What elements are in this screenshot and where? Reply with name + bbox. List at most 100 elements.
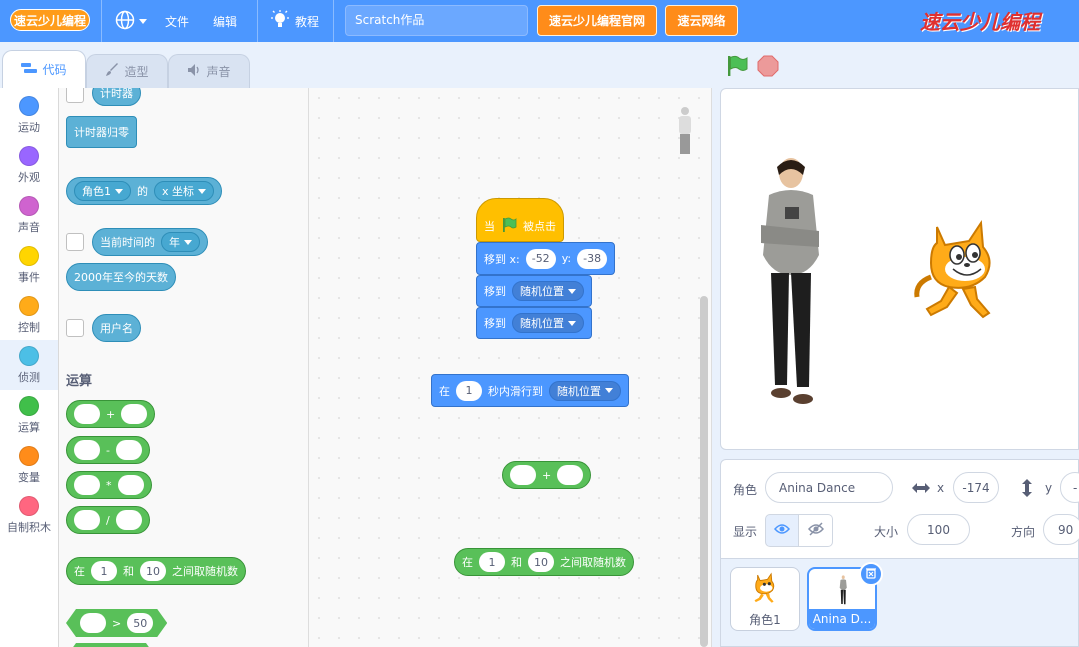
- category-variables[interactable]: 变量: [0, 440, 58, 490]
- code-workspace[interactable]: 当 被点击 移到 x: -52 y: -38 移到 随机位置 移到 随机位置 在…: [309, 88, 712, 647]
- block-greater-than[interactable]: > 50: [66, 609, 167, 637]
- operand-slot[interactable]: [115, 440, 142, 460]
- goto-target-dropdown[interactable]: 随机位置: [512, 281, 584, 301]
- sprite-name-input[interactable]: Anina Dance: [765, 472, 893, 503]
- block-label: 移到: [484, 285, 506, 298]
- stage-header: [712, 42, 1079, 88]
- direction-input[interactable]: 90: [1043, 514, 1079, 545]
- category-control[interactable]: 控制: [0, 290, 58, 340]
- menu-file[interactable]: 文件: [165, 0, 189, 42]
- language-menu[interactable]: [115, 0, 147, 42]
- category-motion[interactable]: 运动: [0, 90, 58, 140]
- sprite-thumbnail[interactable]: 角色1: [730, 567, 800, 631]
- block-add[interactable]: +: [502, 461, 592, 489]
- block-multiply[interactable]: *: [66, 471, 152, 499]
- block-glide-to[interactable]: 在 1 秒内滑行到 随机位置: [431, 374, 629, 407]
- official-site-button[interactable]: 速云少儿编程官网: [537, 5, 657, 36]
- sprite-dropdown[interactable]: 角色1: [74, 181, 131, 201]
- menu-edit[interactable]: 编辑: [213, 0, 237, 42]
- block-divide[interactable]: /: [66, 506, 150, 534]
- operand-slot[interactable]: [117, 475, 144, 495]
- compare-value-input[interactable]: 50: [127, 613, 153, 633]
- stop-icon[interactable]: [757, 55, 779, 80]
- glide-target-dropdown[interactable]: 随机位置: [549, 380, 621, 401]
- eye-icon: [774, 523, 790, 538]
- size-input[interactable]: 100: [907, 514, 970, 545]
- block-current-time[interactable]: 当前时间的 年: [92, 228, 208, 256]
- block-reset-timer[interactable]: 计时器归零: [66, 116, 137, 148]
- menu-tutorials[interactable]: 教程: [271, 0, 319, 42]
- operand-slot[interactable]: [80, 613, 106, 633]
- block-label: 移到: [484, 317, 506, 330]
- operand-slot[interactable]: [74, 440, 100, 460]
- category-events[interactable]: 事件: [0, 240, 58, 290]
- operand-slot[interactable]: [510, 465, 536, 485]
- network-button[interactable]: 速云网络: [665, 5, 738, 36]
- workspace-scrollbar[interactable]: [700, 296, 708, 647]
- block-add[interactable]: +: [66, 400, 156, 428]
- cat-thumbnail-icon: [749, 572, 781, 607]
- operand-slot[interactable]: [74, 404, 100, 424]
- block-subtract[interactable]: -: [66, 436, 150, 464]
- random-to-input[interactable]: 10: [528, 552, 554, 572]
- block-goto-target[interactable]: 移到 随机位置: [476, 275, 592, 307]
- block-days-since-2000[interactable]: 2000年至今的天数: [66, 263, 176, 291]
- tab-costumes[interactable]: 造型: [86, 54, 168, 88]
- hide-sprite-button[interactable]: [799, 514, 833, 547]
- person-sprite[interactable]: [749, 155, 829, 428]
- goto-y-input[interactable]: -38: [577, 248, 608, 269]
- random-from-input[interactable]: 1: [479, 552, 505, 572]
- operand-slot[interactable]: [121, 404, 148, 424]
- show-sprite-button[interactable]: [765, 514, 799, 547]
- category-sound[interactable]: 声音: [0, 190, 58, 240]
- menu-separator: [333, 0, 334, 42]
- current-time-checkbox[interactable]: [66, 233, 84, 251]
- project-title-input[interactable]: Scratch作品: [345, 5, 528, 36]
- block-timer[interactable]: 计时器: [92, 88, 141, 106]
- category-sensing[interactable]: 侦测: [0, 340, 58, 390]
- block-goto-xy[interactable]: 移到 x: -52 y: -38: [476, 242, 616, 275]
- block-label: 计时器: [100, 88, 133, 100]
- glide-seconds-input[interactable]: 1: [456, 380, 482, 401]
- category-looks[interactable]: 外观: [0, 140, 58, 190]
- username-checkbox[interactable]: [66, 319, 84, 337]
- timer-checkbox[interactable]: [66, 88, 84, 103]
- direction-label: 方向: [1011, 525, 1036, 539]
- operand-slot[interactable]: [74, 475, 100, 495]
- operand-slot[interactable]: [557, 465, 584, 485]
- operand-slot[interactable]: [115, 510, 142, 530]
- goto-target-dropdown[interactable]: 随机位置: [512, 313, 584, 333]
- category-label: 事件: [18, 271, 40, 284]
- random-from-input[interactable]: 1: [91, 561, 117, 581]
- green-flag-icon[interactable]: [726, 55, 748, 80]
- block-less-than[interactable]: [66, 643, 156, 647]
- block-sprite-attribute[interactable]: 角色1 的 x 坐标: [66, 177, 223, 205]
- attribute-dropdown[interactable]: x 坐标: [154, 181, 215, 201]
- dropdown-value: 年: [169, 236, 180, 249]
- block-palette: 计时器 计时器归零 角色1 的 x 坐标 当前时间的 年 2000年至今的天数 …: [59, 88, 309, 647]
- time-unit-dropdown[interactable]: 年: [161, 232, 200, 252]
- logo[interactable]: 速云少儿编程: [10, 9, 90, 31]
- y-input[interactable]: -: [1060, 472, 1079, 503]
- category-label: 声音: [18, 221, 40, 234]
- operand-slot[interactable]: [74, 510, 100, 530]
- block-label: y:: [561, 252, 572, 265]
- stage-canvas[interactable]: [720, 88, 1079, 450]
- block-goto-target[interactable]: 移到 随机位置: [476, 307, 592, 339]
- block-pick-random[interactable]: 在 1 和 10 之间取随机数: [66, 557, 246, 585]
- category-color-dot: [19, 496, 39, 516]
- tab-sounds[interactable]: 声音: [168, 54, 250, 88]
- block-username[interactable]: 用户名: [92, 314, 141, 342]
- block-pick-random[interactable]: 在 1 和 10 之间取随机数: [454, 548, 634, 576]
- goto-x-input[interactable]: -52: [525, 248, 556, 269]
- cat-sprite[interactable]: [911, 217, 1011, 324]
- category-operators[interactable]: 运算: [0, 390, 58, 440]
- block-when-flag-clicked[interactable]: 当 被点击: [476, 198, 564, 242]
- menu-tutorials-label: 教程: [295, 14, 320, 29]
- x-input[interactable]: -174: [953, 472, 999, 503]
- category-my-blocks[interactable]: 自制积木: [0, 490, 58, 540]
- delete-sprite-button[interactable]: [859, 562, 883, 586]
- random-to-input[interactable]: 10: [140, 561, 166, 581]
- tab-code[interactable]: 代码: [2, 50, 86, 88]
- brush-icon: [105, 63, 119, 80]
